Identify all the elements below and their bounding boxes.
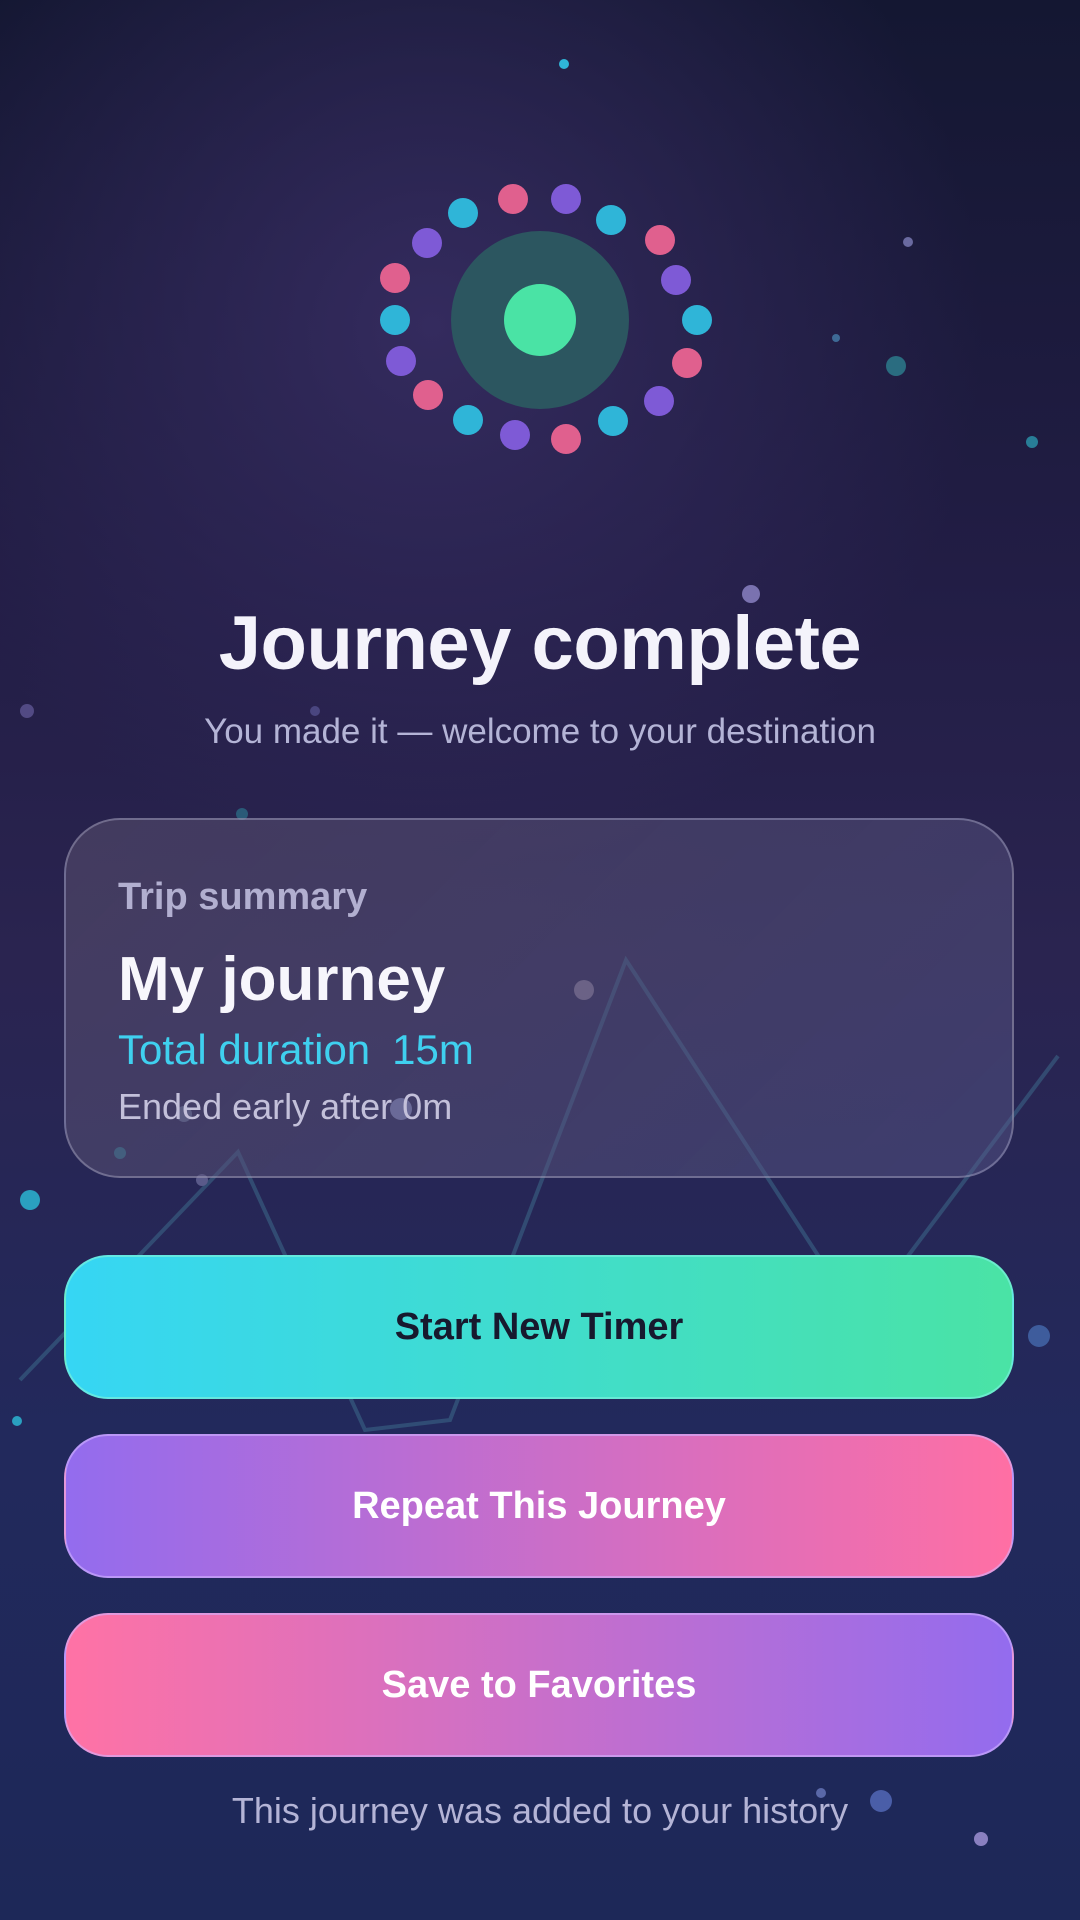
page-title: Journey complete <box>218 601 862 686</box>
ring-dot <box>380 263 410 293</box>
ring-dot <box>551 184 581 214</box>
ring-dot <box>380 305 410 335</box>
star-dot <box>12 1416 22 1426</box>
ring-dot <box>413 380 443 410</box>
duration-label: Total duration <box>118 1026 371 1073</box>
ended-early-note: Ended early after 0m <box>118 1086 453 1127</box>
ring-dot <box>661 265 691 295</box>
duration-value: 15m <box>392 1026 474 1073</box>
ring-dot <box>500 420 530 450</box>
ring-dot <box>453 405 483 435</box>
start-new-timer-button[interactable]: Start New Timer <box>64 1255 1014 1399</box>
ring-dot <box>645 225 675 255</box>
star-dot <box>832 334 840 342</box>
ring-dot <box>598 406 628 436</box>
star-dot <box>903 237 913 247</box>
ring-dot <box>386 346 416 376</box>
total-duration: Total duration 15m <box>118 1026 474 1074</box>
ring-dot <box>596 205 626 235</box>
save-to-favorites-button[interactable]: Save to Favorites <box>64 1613 1014 1757</box>
trip-summary-card: Trip summary My journey Total duration 15… <box>64 818 1014 1178</box>
ring-dot <box>448 198 478 228</box>
ring-dot <box>644 386 674 416</box>
ring-dot <box>412 228 442 258</box>
history-note: This journey was added to your history <box>231 1790 849 1831</box>
star-dot <box>559 59 569 69</box>
badge-core-dot <box>504 284 576 356</box>
card-label: Trip summary <box>118 876 368 918</box>
ring-dot <box>682 305 712 335</box>
journey-name: My journey <box>118 945 446 1014</box>
star-dot <box>974 1832 988 1846</box>
star-dot <box>886 356 906 376</box>
ring-dot <box>498 184 528 214</box>
star-dot <box>1028 1325 1050 1347</box>
ring-dot <box>551 424 581 454</box>
star-dot <box>20 1190 40 1210</box>
ring-dot <box>672 348 702 378</box>
star-dot <box>1026 436 1038 448</box>
repeat-journey-button[interactable]: Repeat This Journey <box>64 1434 1014 1578</box>
page-subtitle: You made it — welcome to your destinatio… <box>204 712 876 751</box>
